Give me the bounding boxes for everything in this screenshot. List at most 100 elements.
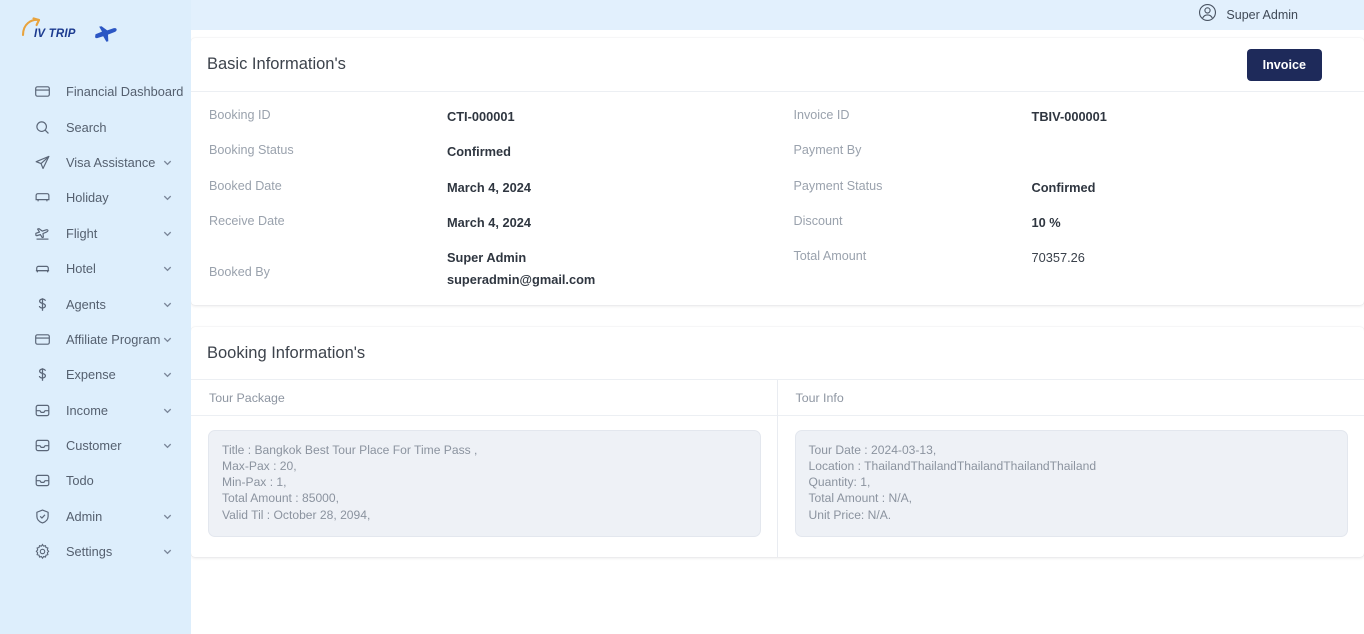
sidebar-item-label: Expense [66,367,116,383]
detail-line: Title : Bangkok Best Tour Place For Time… [222,443,478,458]
invoice-button[interactable]: Invoice [1246,48,1322,81]
field-booking-status: Booking Status Confirmed [209,141,778,176]
basic-information-body: Booking ID CTI-000001 Booking Status Con… [191,92,1364,305]
user-menu[interactable]: Super Admin [1198,3,1298,27]
curved-arrow-icon [20,17,44,42]
tour-info-body: Tour Date : 2024-03-13, Location : Thail… [778,416,1364,556]
page-title: Basic Information's [207,55,346,73]
credit-card-icon [33,330,52,349]
detail-line: Location : ThailandThailandThailandThail… [808,459,1097,474]
status-badge: Confirmed [447,144,511,160]
page-content: Basic Information's Invoice Booking ID C… [191,30,1364,634]
field-label: Invoice ID [793,108,850,122]
chevron-down-icon[interactable] [162,546,173,557]
chevron-down-icon[interactable] [162,299,173,310]
field-invoice-id: Invoice ID TBIV-000001 [794,106,1364,141]
booked-by-name: Super Admin [447,250,527,266]
booking-information-grid: Tour Package Title : Bangkok Best Tour P… [191,380,1364,557]
detail-line: Total Amount : 85000, [222,491,339,506]
detail-line: Total Amount : N/A, [808,491,913,506]
chevron-down-icon[interactable] [162,228,173,239]
sidebar-nav: Financial Dashboard Search Visa Assistan… [0,74,191,569]
sidebar-item-hotel[interactable]: Hotel [0,251,191,286]
sidebar-item-income[interactable]: Income [0,393,191,428]
shield-check-icon [33,507,52,526]
sidebar-item-label: Affiliate Program [66,331,161,347]
sidebar-item-label: Agents [66,296,106,312]
sidebar-item-expense[interactable]: Expense [0,357,191,392]
search-icon [33,118,52,137]
tour-package-column: Tour Package Title : Bangkok Best Tour P… [191,380,778,557]
detail-line: Valid Til : October 28, 2094, [222,507,371,522]
basic-info-left-column: Booking ID CTI-000001 Booking Status Con… [191,106,778,291]
inbox-icon [33,471,52,490]
field-value: March 4, 2024 [447,214,531,230]
booking-information-card: Booking Information's Tour Package Title… [191,327,1364,557]
sidebar-item-financial-dashboard[interactable]: Financial Dashboard [0,74,191,109]
sidebar-item-flight[interactable]: Flight [0,216,191,251]
tour-info-details: Tour Date : 2024-03-13, Location : Thail… [794,430,1348,537]
field-discount: Discount 10 % [794,212,1364,247]
tour-package-details: Title : Bangkok Best Tour Place For Time… [208,430,761,537]
detail-line: Quantity: 1, [808,475,871,490]
sidebar-item-affiliate-program[interactable]: Affiliate Program [0,322,191,357]
credit-card-icon [33,82,52,101]
chevron-down-icon[interactable] [162,405,173,416]
sidebar-item-label: Financial Dashboard [66,84,184,100]
chevron-down-icon[interactable] [162,440,173,451]
sidebar-item-admin[interactable]: Admin [0,499,191,534]
app-root: IV TRIP Financial Dashboard Search Visa … [0,0,1364,634]
user-circle-icon [1198,3,1217,27]
field-label: Discount [793,213,843,228]
field-value: 70357.26 [1031,250,1085,266]
field-label: Booking ID [209,108,271,122]
field-value: CTI-000001 [447,109,515,124]
tour-package-body: Title : Bangkok Best Tour Place For Time… [191,416,777,556]
bed-icon [33,259,52,278]
tour-package-header: Tour Package [191,380,777,417]
dollar-icon [33,295,52,314]
brand-logo[interactable]: IV TRIP [0,8,191,60]
detail-line: Min-Pax : 1, [222,475,287,490]
status-badge: Confirmed [1031,179,1096,195]
tour-info-column: Tour Info Tour Date : 2024-03-13, Locati… [777,380,1364,556]
chevron-down-icon[interactable] [162,369,173,380]
sidebar-item-label: Admin [66,508,103,524]
field-total-amount: Total Amount 70357.26 [794,247,1364,282]
bus-icon [33,188,52,207]
field-value: March 4, 2024 [447,179,531,195]
chevron-down-icon[interactable] [162,334,173,345]
chevron-down-icon[interactable] [162,511,173,522]
sidebar-item-label: Flight [66,225,98,241]
sidebar-item-agents[interactable]: Agents [0,286,191,321]
sidebar-item-label: Search [66,119,107,135]
sidebar: IV TRIP Financial Dashboard Search Visa … [0,0,191,634]
user-name-label: Super Admin [1226,8,1298,22]
section-divider [191,305,1364,327]
detail-line: Max-Pax : 20, [222,459,297,474]
chevron-down-icon[interactable] [162,263,173,274]
sidebar-item-label: Todo [66,473,94,489]
sidebar-item-settings[interactable]: Settings [0,534,191,569]
field-value: TBIV-000001 [1031,109,1107,124]
field-label: Receive Date [209,213,285,228]
sidebar-item-label: Income [66,402,108,418]
inbox-icon [33,401,52,420]
tour-info-header: Tour Info [777,380,1364,417]
sidebar-item-customer[interactable]: Customer [0,428,191,463]
field-payment-status: Payment Status Confirmed [794,177,1364,212]
sidebar-item-label: Hotel [66,261,96,277]
field-label: Booked By [209,265,270,280]
booking-information-header: Booking Information's [191,327,1364,381]
sidebar-item-search[interactable]: Search [0,109,191,144]
field-value: 10 % [1031,214,1061,230]
sidebar-item-holiday[interactable]: Holiday [0,180,191,215]
detail-line: Tour Date : 2024-03-13, [808,443,937,458]
sidebar-item-label: Customer [66,438,122,454]
field-label: Total Amount [793,249,867,264]
chevron-down-icon[interactable] [162,157,173,168]
chevron-down-icon[interactable] [162,192,173,203]
sidebar-item-visa-assistance[interactable]: Visa Assistance [0,145,191,180]
paper-plane-icon [33,153,52,172]
sidebar-item-todo[interactable]: Todo [0,463,191,498]
